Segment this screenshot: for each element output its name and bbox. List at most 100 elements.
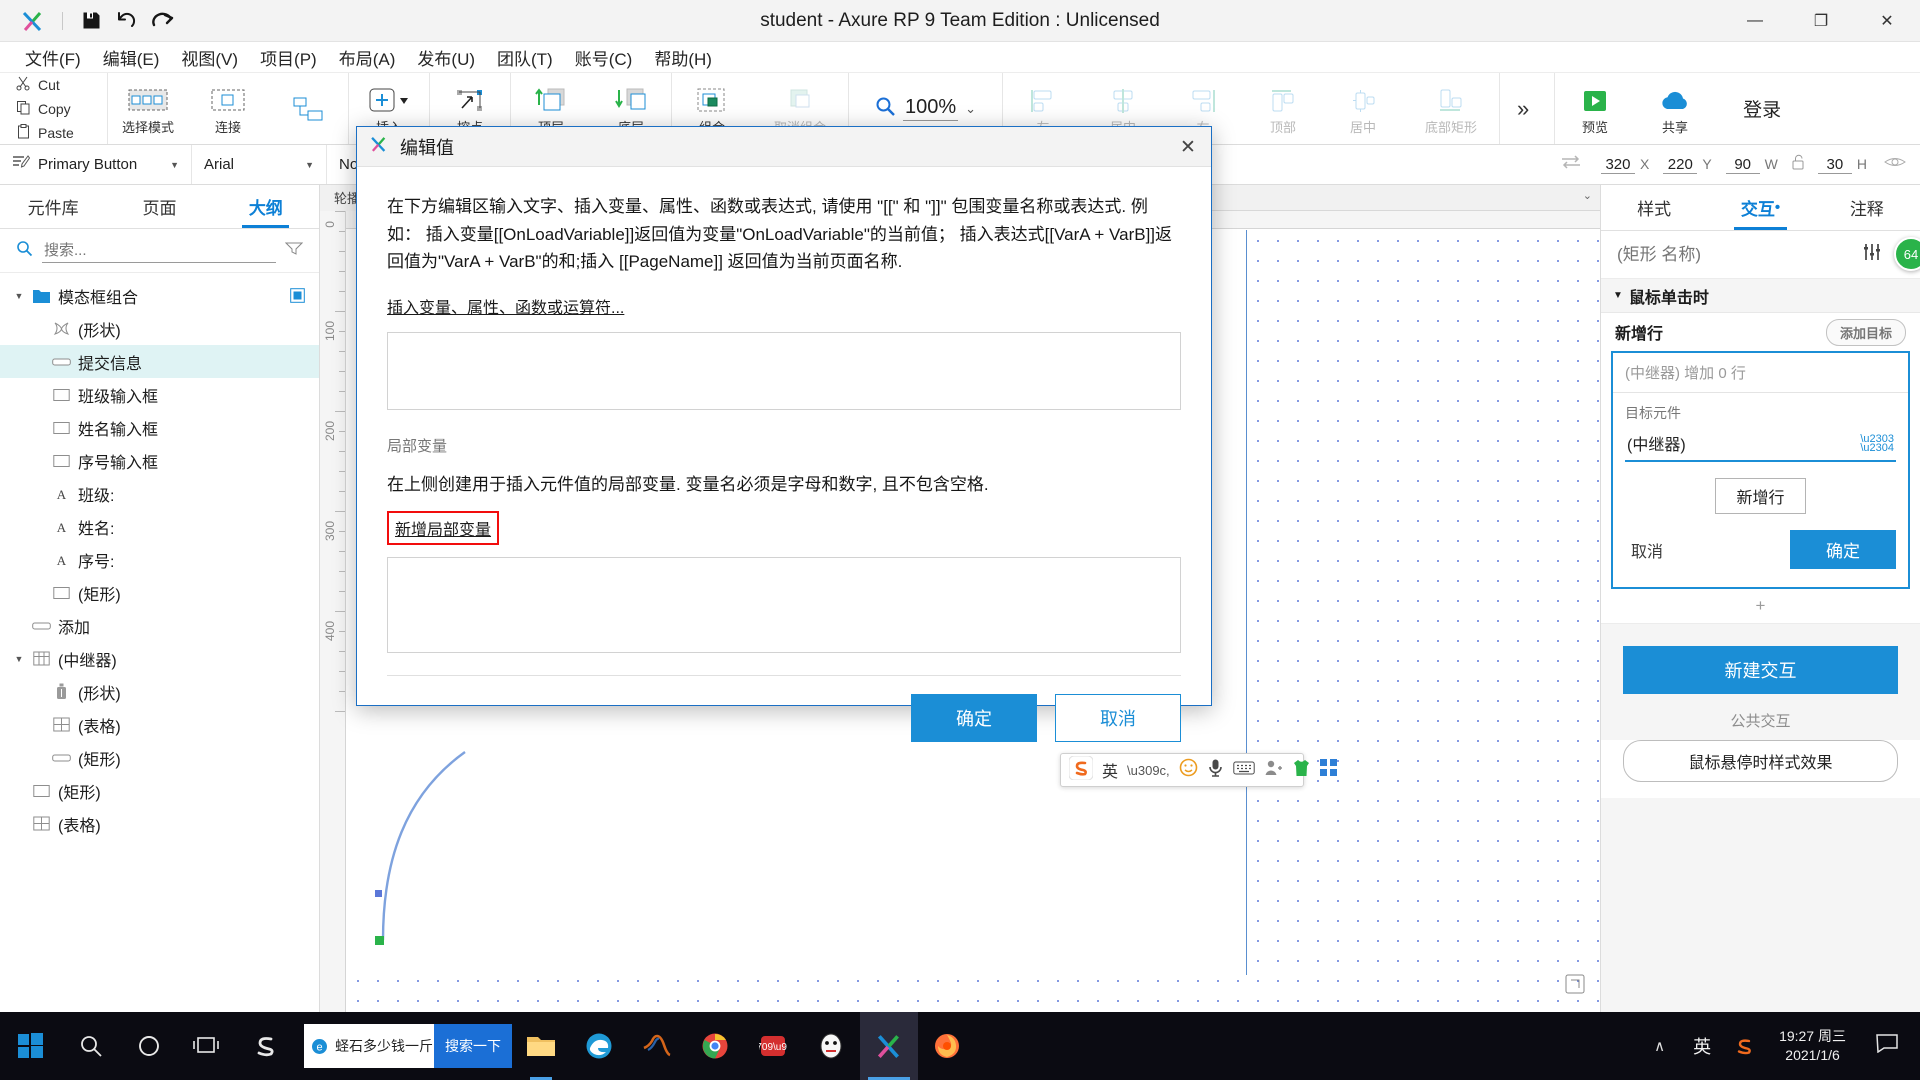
zoom-value[interactable]: 100% xyxy=(903,96,959,121)
y-value[interactable]: 220 xyxy=(1663,156,1698,174)
taskbar-app-axure[interactable] xyxy=(860,1012,918,1080)
local-variable-list[interactable] xyxy=(387,557,1181,654)
tree-item[interactable]: (表格) xyxy=(0,807,319,840)
mic-icon[interactable] xyxy=(1207,758,1224,782)
menu-edit[interactable]: 编辑(E) xyxy=(92,42,171,73)
close-button[interactable]: ✕ xyxy=(1854,0,1920,42)
tree-item[interactable]: 姓名输入框 xyxy=(0,411,319,444)
person-icon[interactable] xyxy=(1264,759,1283,781)
undo-icon[interactable] xyxy=(109,5,145,37)
add-row-button[interactable]: 新增行 xyxy=(1715,478,1806,514)
tree-item[interactable]: (矩形) xyxy=(0,774,319,807)
start-icon[interactable] xyxy=(0,1012,62,1080)
hover-style-button[interactable]: 鼠标悬停时样式效果 xyxy=(1623,740,1898,782)
menu-help[interactable]: 帮助(H) xyxy=(643,42,723,73)
menu-team[interactable]: 团队(T) xyxy=(486,42,564,73)
tree-item[interactable]: (矩形) xyxy=(0,576,319,609)
taskbar-app-youdao[interactable]: \u6709\u9053 xyxy=(744,1012,802,1080)
tab-interactions[interactable]: 交互 • xyxy=(1707,185,1813,230)
connect-button[interactable]: 连接 xyxy=(188,73,268,144)
tree-item[interactable]: (表格) xyxy=(0,708,319,741)
browser-search-query[interactable]: 蛏石多少钱一斤 xyxy=(328,1036,434,1056)
x-value[interactable]: 320 xyxy=(1600,156,1635,174)
widget-name-input[interactable] xyxy=(1617,244,1862,265)
tree-item[interactable]: 添加 xyxy=(0,609,319,642)
menu-layout[interactable]: 布局(A) xyxy=(328,42,407,73)
menu-publish[interactable]: 发布(U) xyxy=(406,42,486,73)
y-coordinate[interactable]: 220 Y xyxy=(1658,156,1716,174)
width-field[interactable]: 90 W xyxy=(1721,156,1783,174)
taskbar-app-qq[interactable] xyxy=(802,1012,860,1080)
expand-arrow-icon[interactable]: ▼ xyxy=(10,654,28,664)
ime-punct-icon[interactable]: \u309c, xyxy=(1127,763,1170,778)
menu-file[interactable]: 文件(F) xyxy=(14,42,92,73)
tab-widget-library[interactable]: 元件库 xyxy=(0,185,106,228)
tab-notes[interactable]: 注释 xyxy=(1814,185,1920,230)
connector-tool-button[interactable] xyxy=(268,73,348,144)
tree-item[interactable]: 班级输入框 xyxy=(0,378,319,411)
taskbar-app-matlab[interactable] xyxy=(628,1012,686,1080)
add-local-variable-link[interactable]: 新增局部变量 xyxy=(395,522,491,539)
font-family-selector[interactable]: Arial ▼ xyxy=(192,145,327,184)
editor-confirm-button[interactable]: 确定 xyxy=(1790,530,1896,569)
select-mode-button[interactable]: 选择模式 xyxy=(108,73,188,144)
spinner-icon[interactable]: \u2303 \u2304 xyxy=(1860,433,1894,453)
tree-item[interactable]: A 姓名: xyxy=(0,510,319,543)
ime-mode-label[interactable]: 英 xyxy=(1102,758,1118,782)
redo-icon[interactable] xyxy=(145,5,181,37)
tab-outline[interactable]: 大纲 xyxy=(213,185,319,228)
group-badge-icon[interactable] xyxy=(290,288,305,303)
grid-icon[interactable] xyxy=(1319,759,1337,781)
more-tools-button[interactable]: » xyxy=(1500,73,1546,144)
tree-item[interactable]: (形状) xyxy=(0,675,319,708)
h-value[interactable]: 30 xyxy=(1817,156,1852,174)
eye-icon[interactable] xyxy=(1876,154,1906,175)
menu-view[interactable]: 视图(V) xyxy=(170,42,249,73)
tree-item[interactable]: ▼ 模态框组合 xyxy=(0,279,319,312)
tree-item[interactable]: 提交信息 xyxy=(0,345,319,378)
taskbar-app-file-explorer[interactable] xyxy=(512,1012,570,1080)
vertical-ruler[interactable]: 0 100 200 300 400 xyxy=(320,211,346,1012)
add-target-button[interactable]: 添加目标 xyxy=(1825,318,1906,346)
x-coordinate[interactable]: 320 X xyxy=(1596,156,1654,174)
expand-icon[interactable] xyxy=(1564,973,1586,1000)
dialog-ok-button[interactable]: 确定 xyxy=(911,694,1037,743)
sogou-tray-icon[interactable] xyxy=(1725,1012,1763,1080)
value-editor-textarea[interactable] xyxy=(387,332,1181,411)
event-header[interactable]: ▼ 鼠标单击时 xyxy=(1601,279,1920,313)
chevron-down-icon[interactable]: ⌄ xyxy=(965,101,976,117)
tree-item[interactable]: 序号输入框 xyxy=(0,444,319,477)
chevron-down-icon[interactable]: ⌄ xyxy=(1583,189,1592,202)
task-view-icon[interactable] xyxy=(178,1012,236,1080)
browser-search-go-button[interactable]: 搜索一下 xyxy=(434,1024,512,1068)
tree-item[interactable]: (矩形) xyxy=(0,741,319,774)
dialog-cancel-button[interactable]: 取消 xyxy=(1055,694,1181,743)
swap-dimensions-icon[interactable] xyxy=(1560,154,1592,175)
widget-style-selector[interactable]: Primary Button ▼ xyxy=(0,145,192,184)
menu-account[interactable]: 账号(C) xyxy=(564,42,644,73)
target-select[interactable]: (中继器) \u2303 \u2304 xyxy=(1625,428,1896,462)
sogou-s-icon[interactable] xyxy=(236,1012,294,1080)
taskbar-app-edge[interactable] xyxy=(570,1012,628,1080)
keyboard-icon[interactable] xyxy=(1232,760,1255,781)
minimize-button[interactable]: — xyxy=(1722,0,1788,42)
add-action-row[interactable]: + xyxy=(1601,589,1920,624)
sogou-ime-bar[interactable]: 英 \u309c, xyxy=(1060,753,1337,787)
tree-item[interactable]: A 班级: xyxy=(0,477,319,510)
height-field[interactable]: 30 H xyxy=(1813,156,1872,174)
browser-search-box[interactable]: e 蛏石多少钱一斤 搜索一下 xyxy=(304,1024,512,1068)
align-top-button[interactable]: 顶部 xyxy=(1243,73,1323,144)
maximize-button[interactable]: ❐ xyxy=(1788,0,1854,42)
lock-open-icon[interactable] xyxy=(1787,154,1809,176)
new-interaction-button[interactable]: 新建交互 xyxy=(1623,646,1898,694)
cut-button[interactable]: Cut xyxy=(14,74,107,96)
paste-button[interactable]: Paste xyxy=(14,122,107,144)
insert-expression-link[interactable]: 插入变量、属性、函数或运算符... xyxy=(387,294,624,318)
smiley-icon[interactable] xyxy=(1179,758,1198,782)
show-hidden-icons-button[interactable]: ∧ xyxy=(1640,1037,1679,1055)
w-value[interactable]: 90 xyxy=(1725,156,1760,174)
ime-indicator[interactable]: 英 xyxy=(1683,1033,1721,1059)
cortana-icon[interactable] xyxy=(120,1012,178,1080)
menu-project[interactable]: 项目(P) xyxy=(249,42,328,73)
expand-arrow-icon[interactable]: ▼ xyxy=(10,291,28,301)
